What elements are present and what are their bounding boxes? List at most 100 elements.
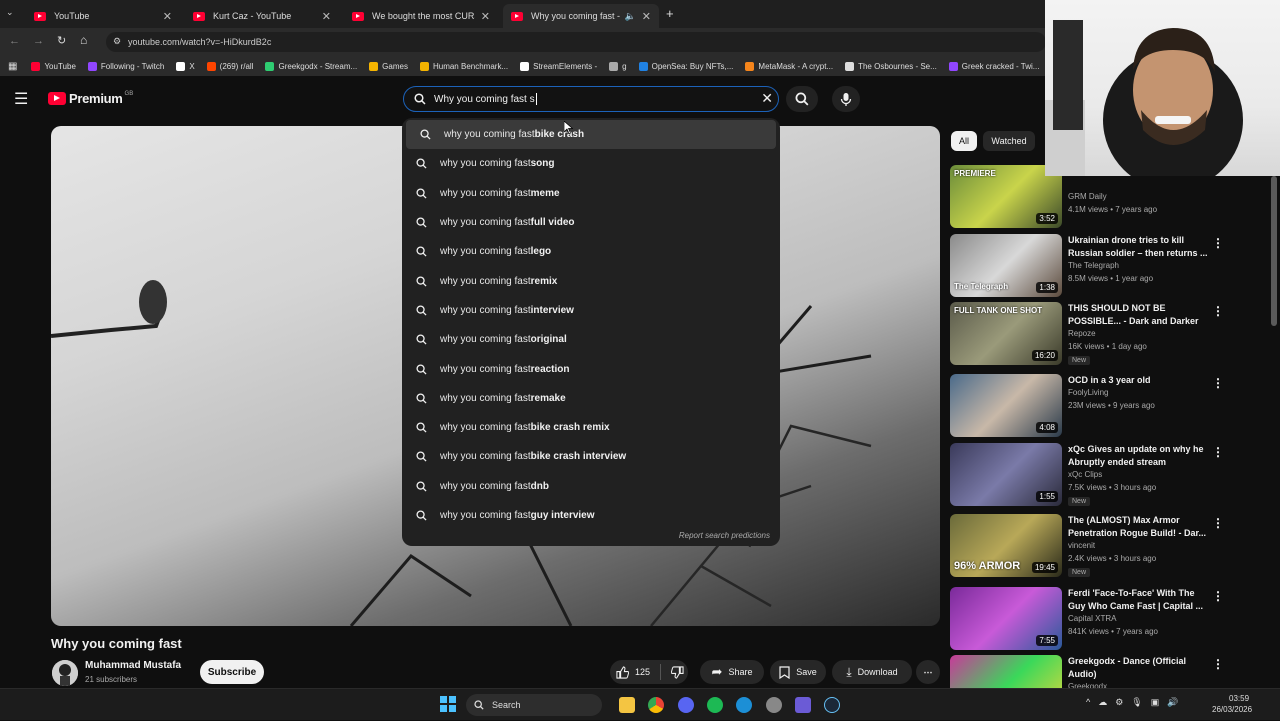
channel-name[interactable]: Repoze: [1068, 329, 1096, 338]
system-tray-icons[interactable]: ^☁⚙🎙▣🔊: [1086, 697, 1186, 708]
chrome-icon[interactable]: [648, 697, 664, 713]
video-title[interactable]: Greekgodx - Dance (Official Audio): [1068, 655, 1208, 680]
search-suggestion[interactable]: why you coming fast interview: [402, 296, 780, 325]
channel-name[interactable]: FoolyLiving: [1068, 388, 1108, 397]
bookmark-item[interactable]: g: [609, 61, 627, 71]
tab-close-icon[interactable]: ✕: [163, 10, 172, 23]
recommended-video[interactable]: 96% ARMOR 19:45 The (ALMOST) Max Armor Pen…: [950, 514, 1270, 580]
tab-close-icon[interactable]: ✕: [322, 10, 331, 23]
back-arrow-icon[interactable]: ←: [9, 35, 20, 47]
save-button[interactable]: Save: [770, 660, 826, 684]
video-thumbnail[interactable]: The Telegraph 1:38: [950, 234, 1062, 297]
home-icon[interactable]: ⌂: [80, 33, 87, 47]
hamburger-menu-icon[interactable]: ☰: [14, 89, 28, 109]
dislike-button[interactable]: [671, 665, 684, 679]
subscribe-button[interactable]: Subscribe: [200, 660, 264, 684]
more-vertical-icon[interactable]: ⋮: [1212, 516, 1224, 530]
search-suggestion[interactable]: why you coming fast guy interview: [402, 501, 780, 530]
taskbar-search[interactable]: Search: [466, 694, 602, 716]
video-title[interactable]: xQc Gives an update on why he Abruptly e…: [1068, 443, 1208, 468]
search-suggestion[interactable]: why you coming fast remix: [402, 266, 780, 295]
address-bar[interactable]: ⚙ youtube.com/watch?v=-HiDkurdB2c: [106, 32, 1046, 52]
bookmark-item[interactable]: YouTube: [31, 61, 76, 71]
browser-tab-3[interactable]: We bought the most CURSED ✕: [344, 4, 498, 28]
bookmark-item[interactable]: X: [176, 61, 195, 71]
bookmark-item[interactable]: Human Benchmark...: [419, 61, 508, 71]
bookmark-item[interactable]: OpenSea: Buy NFTs,...: [638, 61, 733, 71]
page-scrollbar[interactable]: [1271, 176, 1277, 326]
video-title[interactable]: The (ALMOST) Max Armor Penetration Rogue…: [1068, 514, 1208, 539]
reload-icon[interactable]: ↻: [57, 34, 66, 47]
clear-search-icon[interactable]: ✕: [761, 90, 773, 107]
more-vertical-icon[interactable]: ⋮: [1212, 304, 1224, 318]
video-title[interactable]: Ukrainian drone tries to kill Russian so…: [1068, 234, 1208, 259]
share-button[interactable]: ➦ Share: [700, 660, 764, 684]
search-suggestion[interactable]: why you coming fast bike crash: [406, 120, 776, 150]
video-thumbnail[interactable]: 7:55: [950, 587, 1062, 650]
more-vertical-icon[interactable]: ⋮: [1212, 376, 1224, 390]
app-grid-icon[interactable]: [795, 697, 811, 713]
bookmark-item[interactable]: The Osbournes - Se...: [845, 61, 937, 71]
search-suggestion[interactable]: why you coming fast meme: [402, 179, 780, 208]
tab-list-chevron-icon[interactable]: ⌄: [6, 7, 14, 18]
video-title[interactable]: Ferdi 'Face-To-Face' With The Guy Who Ca…: [1068, 587, 1208, 612]
video-thumbnail[interactable]: 1:55: [950, 443, 1062, 506]
steam-icon[interactable]: [824, 697, 840, 713]
bookmark-item[interactable]: Greek cracked - Twi...: [948, 61, 1039, 71]
channel-name[interactable]: vincenit: [1068, 541, 1095, 550]
chip-watched[interactable]: Watched: [983, 131, 1035, 151]
more-vertical-icon[interactable]: ⋮: [1212, 589, 1224, 603]
bookmark-item[interactable]: Following - Twitch: [87, 61, 164, 71]
youtube-logo[interactable]: Premium GB: [48, 91, 133, 106]
chip-all[interactable]: All: [951, 131, 977, 151]
bookmark-item[interactable]: MetaMask - A crypt...: [745, 61, 833, 71]
search-suggestion[interactable]: why you coming fast song: [402, 149, 780, 178]
file-explorer-icon[interactable]: [619, 697, 635, 713]
download-button[interactable]: ⤓ Download: [832, 660, 912, 684]
more-vertical-icon[interactable]: ⋮: [1212, 657, 1224, 671]
tab-close-icon[interactable]: ✕: [481, 10, 490, 23]
more-vertical-icon[interactable]: ⋮: [1212, 445, 1224, 459]
browser-tab-1[interactable]: YouTube ✕: [26, 4, 180, 28]
search-button[interactable]: [786, 86, 818, 112]
new-tab-plus-icon[interactable]: +: [666, 6, 674, 21]
settings-icon[interactable]: [766, 697, 782, 713]
recommended-video[interactable]: The Telegraph 1:38 Ukrainian drone tries t…: [950, 234, 1270, 300]
search-suggestion[interactable]: why you coming fast dnb: [402, 472, 780, 501]
search-suggestion[interactable]: why you coming fast full video: [402, 208, 780, 237]
search-suggestion[interactable]: why you coming fast bike crash interview: [402, 442, 780, 471]
bookmark-item[interactable]: Games: [369, 61, 408, 71]
voice-search-button[interactable]: [832, 86, 860, 112]
recommended-video[interactable]: 1:55 xQc Gives an update on why he Abrupt…: [950, 443, 1270, 509]
windows-start-icon[interactable]: [440, 696, 456, 712]
channel-avatar[interactable]: [52, 660, 78, 686]
site-info-icon[interactable]: ⚙: [113, 36, 121, 47]
forward-arrow-icon[interactable]: →: [33, 35, 44, 47]
discord-icon[interactable]: [678, 697, 694, 713]
channel-name[interactable]: Capital XTRA: [1068, 614, 1116, 623]
bookmark-item[interactable]: (269) r/all: [206, 61, 253, 71]
more-actions-button[interactable]: ⋯: [916, 660, 940, 684]
more-vertical-icon[interactable]: ⋮: [1212, 236, 1224, 250]
search-input[interactable]: Why you coming fast s ✕: [403, 86, 779, 112]
speaker-icon[interactable]: 🔈: [625, 11, 636, 22]
channel-name[interactable]: GRM Daily: [1068, 192, 1107, 201]
spotify-icon[interactable]: [707, 697, 723, 713]
report-predictions-link[interactable]: Report search predictions: [679, 531, 770, 540]
search-suggestion[interactable]: why you coming fast lego: [402, 237, 780, 266]
browser-tab-4[interactable]: Why you coming fast - You 🔈 ✕: [503, 4, 659, 28]
browser-tab-2[interactable]: Kurt Caz - YouTube ✕: [185, 4, 339, 28]
apps-grid-icon[interactable]: ▦: [8, 61, 17, 72]
channel-name[interactable]: xQc Clips: [1068, 470, 1102, 479]
search-suggestion[interactable]: why you coming fast remake: [402, 384, 780, 413]
video-thumbnail[interactable]: FULL TANK ONE SHOT 16:20: [950, 302, 1062, 365]
search-suggestion[interactable]: why you coming fast reaction: [402, 354, 780, 383]
video-title[interactable]: OCD in a 3 year old: [1068, 374, 1208, 387]
edge-icon[interactable]: [736, 697, 752, 713]
bookmark-item[interactable]: Greekgodx - Stream...: [265, 61, 357, 71]
recommended-video[interactable]: 7:55 Ferdi 'Face-To-Face' With The Guy Wh…: [950, 587, 1270, 653]
channel-name[interactable]: The Telegraph: [1068, 261, 1119, 270]
bookmark-item[interactable]: StreamElements -: [520, 61, 597, 71]
search-suggestion[interactable]: why you coming fast bike crash remix: [402, 413, 780, 442]
search-suggestion[interactable]: why you coming fast original: [402, 325, 780, 354]
